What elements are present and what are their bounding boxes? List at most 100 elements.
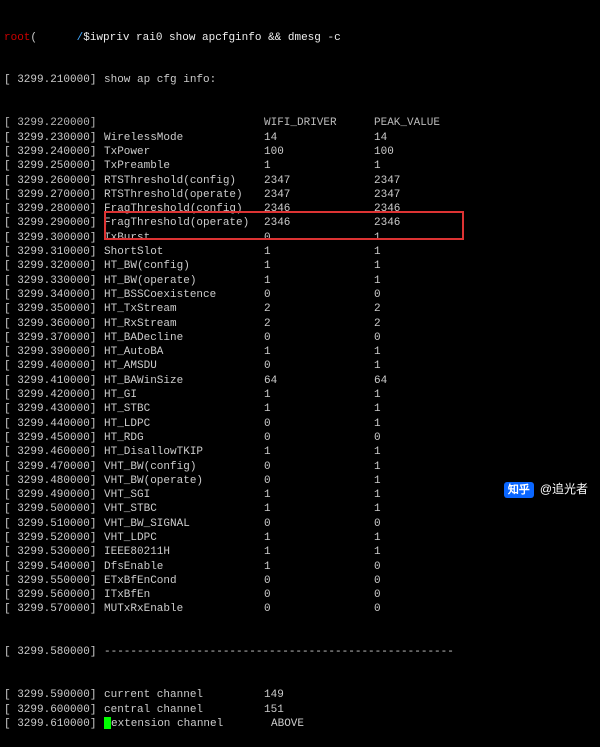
wifi-driver-value: 14 bbox=[264, 131, 374, 145]
peak-value: 0 bbox=[374, 431, 454, 445]
peak-value: 0 bbox=[374, 588, 454, 602]
wifi-driver-value: 2347 bbox=[264, 174, 374, 188]
wifi-driver-value: 1 bbox=[264, 531, 374, 545]
wifi-driver-value: 2347 bbox=[264, 188, 374, 202]
table-row: [ 3299.370000]HT_BADecline00 bbox=[4, 331, 596, 345]
param-name: FragThreshold(config) bbox=[104, 202, 264, 216]
param-name: ETxBfEnCond bbox=[104, 574, 264, 588]
wifi-driver-value: 1 bbox=[264, 245, 374, 259]
peak-value: 2 bbox=[374, 317, 454, 331]
wifi-driver-value: 1 bbox=[264, 402, 374, 416]
param-name: HT_LDPC bbox=[104, 417, 264, 431]
peak-value: 2346 bbox=[374, 216, 454, 230]
param-name: HT_BW(operate) bbox=[104, 274, 264, 288]
timestamp: [ 3299.270000] bbox=[4, 188, 104, 202]
timestamp: [ 3299.280000] bbox=[4, 202, 104, 216]
peak-value: 1 bbox=[374, 545, 454, 559]
cursor-icon bbox=[104, 717, 111, 729]
table-row: [ 3299.360000]HT_RxStream22 bbox=[4, 317, 596, 331]
wifi-driver-value: 0 bbox=[264, 574, 374, 588]
watermark-user: @追光者 bbox=[540, 482, 588, 498]
wifi-driver-value: 64 bbox=[264, 374, 374, 388]
peak-value: 1 bbox=[374, 259, 454, 273]
peak-value: 1 bbox=[374, 502, 454, 516]
timestamp: [ 3299.390000] bbox=[4, 345, 104, 359]
param-name: HT_BSSCoexistence bbox=[104, 288, 264, 302]
prompt-user: root bbox=[4, 32, 30, 44]
timestamp: [ 3299.460000] bbox=[4, 445, 104, 459]
peak-value: 0 bbox=[374, 288, 454, 302]
separator-line: [ 3299.580000]--------------------------… bbox=[4, 645, 596, 659]
table-row: [ 3299.450000]HT_RDG00 bbox=[4, 431, 596, 445]
param-name: FragThreshold(operate) bbox=[104, 216, 264, 230]
table-row: [ 3299.310000]ShortSlot11 bbox=[4, 245, 596, 259]
peak-value: 2347 bbox=[374, 188, 454, 202]
param-name: VHT_BW(config) bbox=[104, 460, 264, 474]
wifi-driver-value: 0 bbox=[264, 359, 374, 373]
table-row: [ 3299.390000]HT_AutoBA11 bbox=[4, 345, 596, 359]
table-row: [ 3299.460000]HT_DisallowTKIP11 bbox=[4, 445, 596, 459]
param-name: HT_AMSDU bbox=[104, 359, 264, 373]
table-row: [ 3299.570000]MUTxRxEnable00 bbox=[4, 602, 596, 616]
param-name: HT_RDG bbox=[104, 431, 264, 445]
wifi-driver-value: 2 bbox=[264, 302, 374, 316]
timestamp: [ 3299.400000] bbox=[4, 359, 104, 373]
peak-value: 0 bbox=[374, 574, 454, 588]
param-name: VHT_LDPC bbox=[104, 531, 264, 545]
peak-value: 1 bbox=[374, 231, 454, 245]
timestamp: [ 3299.370000] bbox=[4, 331, 104, 345]
wifi-driver-value: 1 bbox=[264, 159, 374, 173]
peak-value: 1 bbox=[374, 245, 454, 259]
param-name: TxBurst bbox=[104, 231, 264, 245]
param-name: VHT_SGI bbox=[104, 488, 264, 502]
terminal-output[interactable]: root( /$iwpriv rai0 show apcfginfo && dm… bbox=[0, 0, 600, 747]
peak-value: 2346 bbox=[374, 202, 454, 216]
wifi-driver-value: 1 bbox=[264, 488, 374, 502]
table-row: [ 3299.260000]RTSThreshold(config)234723… bbox=[4, 174, 596, 188]
peak-value: 1 bbox=[374, 460, 454, 474]
timestamp: [ 3299.220000] bbox=[4, 116, 104, 130]
peak-value: 0 bbox=[374, 602, 454, 616]
peak-value: 2347 bbox=[374, 174, 454, 188]
timestamp: [ 3299.230000] bbox=[4, 131, 104, 145]
table-row: [ 3299.230000]WirelessMode1414 bbox=[4, 131, 596, 145]
timestamp: [ 3299.520000] bbox=[4, 531, 104, 545]
timestamp: [ 3299.440000] bbox=[4, 417, 104, 431]
param-name: VHT_BW(operate) bbox=[104, 474, 264, 488]
timestamp: [ 3299.340000] bbox=[4, 288, 104, 302]
peak-value bbox=[381, 717, 461, 731]
timestamp: [ 3299.310000] bbox=[4, 245, 104, 259]
param-name: HT_BAWinSize bbox=[104, 374, 264, 388]
wifi-driver-value: 1 bbox=[264, 502, 374, 516]
table-row: [ 3299.510000]VHT_BW_SIGNAL00 bbox=[4, 517, 596, 531]
timestamp: [ 3299.290000] bbox=[4, 216, 104, 230]
wifi-driver-value: 0 bbox=[264, 602, 374, 616]
peak-value: 0 bbox=[374, 560, 454, 574]
table-row: [ 3299.350000]HT_TxStream22 bbox=[4, 302, 596, 316]
wifi-driver-value: 1 bbox=[264, 545, 374, 559]
table-row: [ 3299.420000]HT_GI11 bbox=[4, 388, 596, 402]
timestamp: [ 3299.360000] bbox=[4, 317, 104, 331]
peak-value: 64 bbox=[374, 374, 454, 388]
timestamp: [ 3299.530000] bbox=[4, 545, 104, 559]
param-name: HT_GI bbox=[104, 388, 264, 402]
timestamp: [ 3299.510000] bbox=[4, 517, 104, 531]
param-name: HT_BADecline bbox=[104, 331, 264, 345]
param-name bbox=[104, 116, 264, 130]
wifi-driver-value: ABOVE bbox=[271, 717, 381, 731]
peak-value: 0 bbox=[374, 331, 454, 345]
command-text: $iwpriv rai0 show apcfginfo && dmesg -c bbox=[83, 32, 340, 44]
peak-value: 1 bbox=[374, 474, 454, 488]
timestamp: [ 3299.410000] bbox=[4, 374, 104, 388]
prompt-line: root( /$iwpriv rai0 show apcfginfo && dm… bbox=[4, 31, 596, 45]
wifi-driver-value: WIFI_DRIVER bbox=[264, 116, 374, 130]
table-row: [ 3299.270000]RTSThreshold(operate)23472… bbox=[4, 188, 596, 202]
param-name: HT_STBC bbox=[104, 402, 264, 416]
param-name: current channel bbox=[104, 688, 264, 702]
timestamp: [ 3299.450000] bbox=[4, 431, 104, 445]
table-row: [ 3299.400000]HT_AMSDU01 bbox=[4, 359, 596, 373]
param-name: central channel bbox=[104, 703, 264, 717]
wifi-driver-value: 100 bbox=[264, 145, 374, 159]
table-row: [ 3299.430000]HT_STBC11 bbox=[4, 402, 596, 416]
peak-value bbox=[374, 703, 454, 717]
